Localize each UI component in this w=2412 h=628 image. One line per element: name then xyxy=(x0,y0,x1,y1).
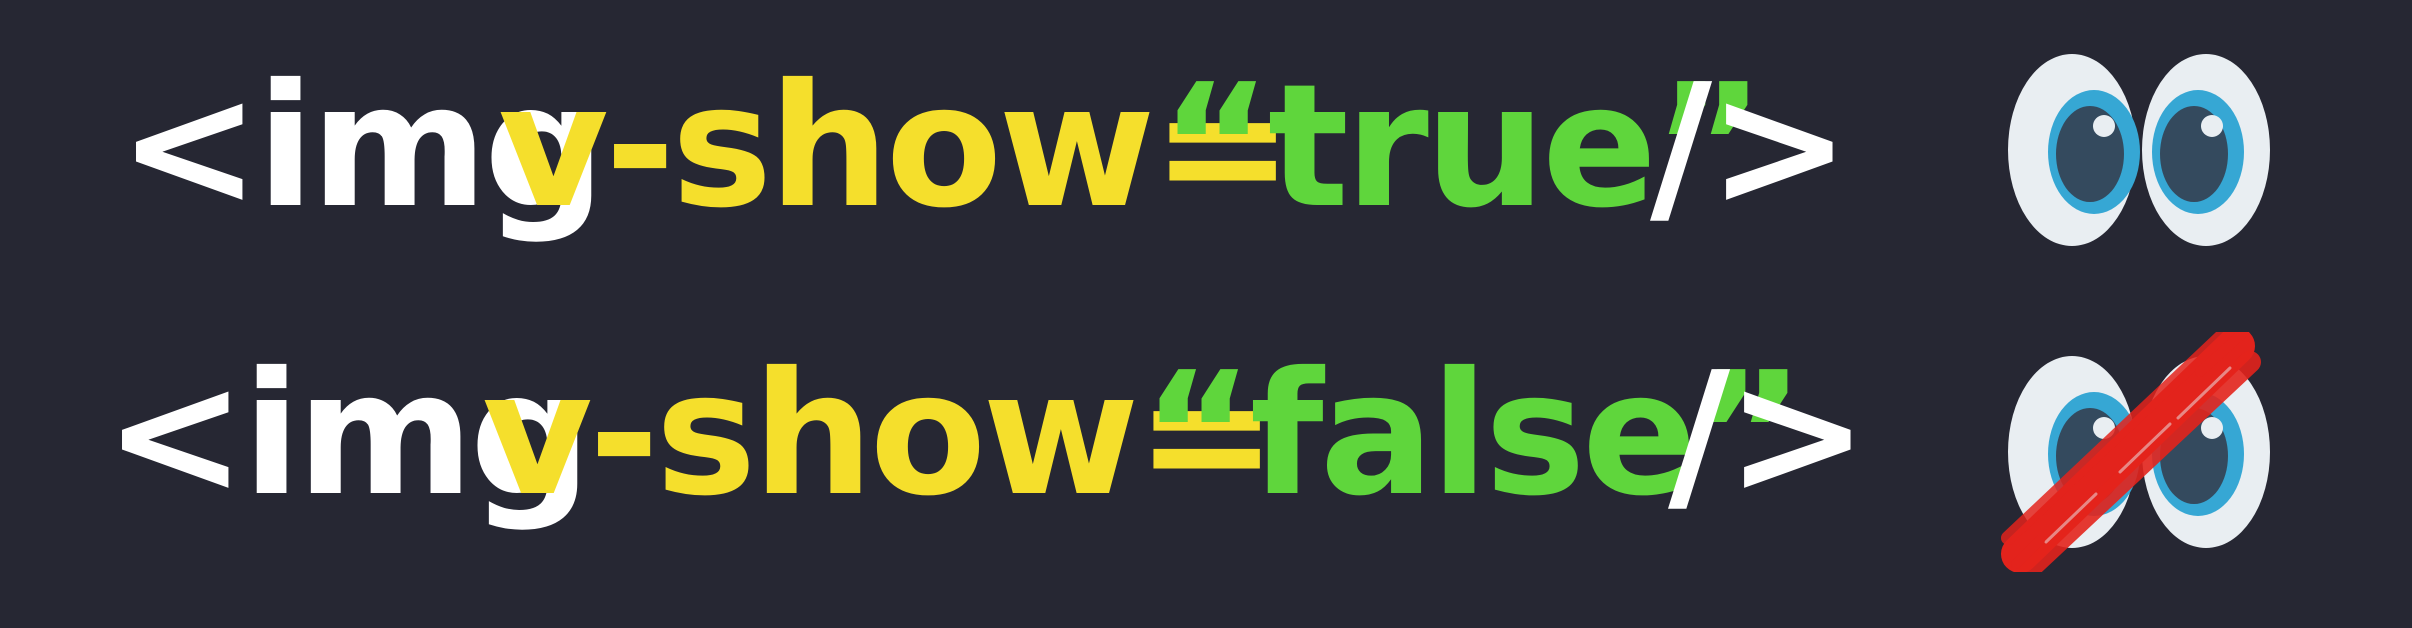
tag-close: /> xyxy=(1650,48,1851,246)
eyes-icon xyxy=(2000,30,2280,270)
crossed-out-eyes-icon xyxy=(2000,332,2280,572)
tag-close: /> xyxy=(1668,336,1869,534)
